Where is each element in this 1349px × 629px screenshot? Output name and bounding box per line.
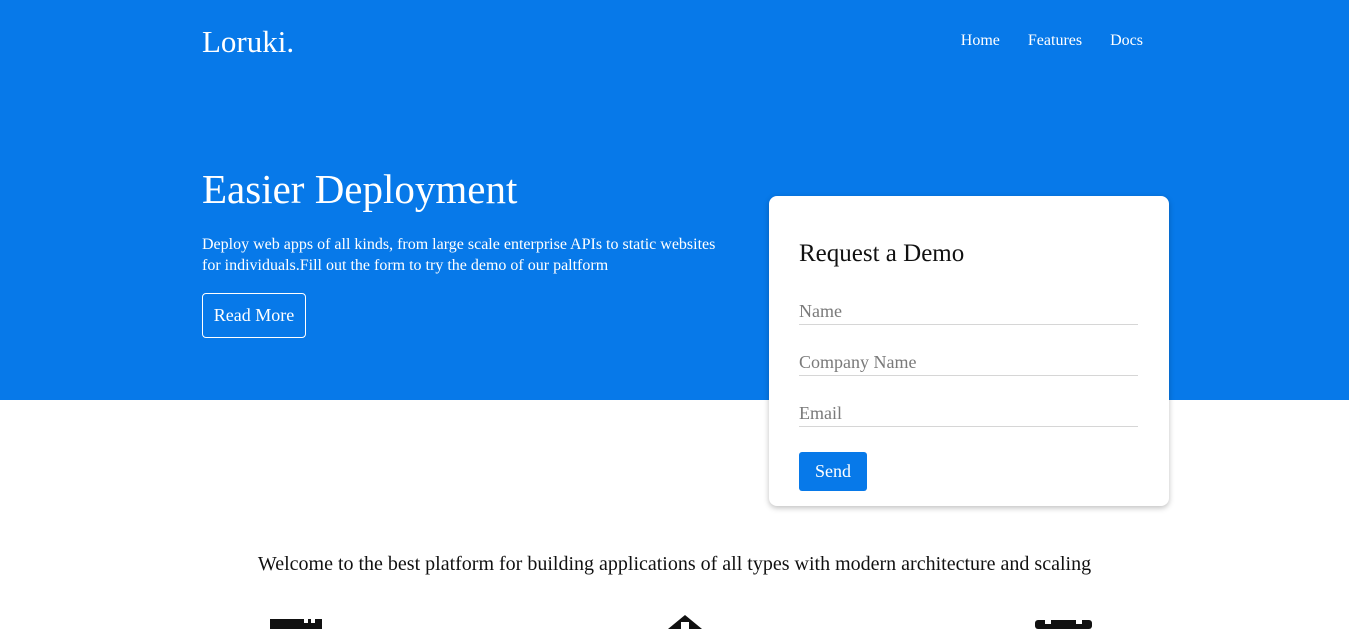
email-input[interactable] bbox=[799, 401, 1138, 427]
name-input[interactable] bbox=[799, 299, 1138, 325]
nav-link-docs[interactable]: Docs bbox=[1110, 31, 1143, 51]
nav-link-features[interactable]: Features bbox=[1028, 31, 1082, 51]
home-icon bbox=[668, 615, 702, 629]
send-button[interactable]: Send bbox=[799, 452, 867, 491]
demo-form-title: Request a Demo bbox=[799, 240, 965, 267]
demo-request-card: Request a Demo Send bbox=[769, 196, 1169, 506]
calendar-icon bbox=[1035, 620, 1092, 629]
main-nav: Home Features Docs bbox=[961, 31, 1143, 51]
brand-logo[interactable]: Loruki. bbox=[202, 24, 294, 60]
company-name-input[interactable] bbox=[799, 350, 1138, 376]
welcome-text: Welcome to the best platform for buildin… bbox=[257, 553, 1092, 575]
hero-description: Deploy web apps of all kinds, from large… bbox=[202, 236, 716, 274]
hero-title: Easier Deployment bbox=[202, 166, 518, 212]
server-icon bbox=[270, 619, 322, 629]
nav-link-home[interactable]: Home bbox=[961, 31, 1000, 51]
read-more-button[interactable]: Read More bbox=[202, 293, 306, 338]
